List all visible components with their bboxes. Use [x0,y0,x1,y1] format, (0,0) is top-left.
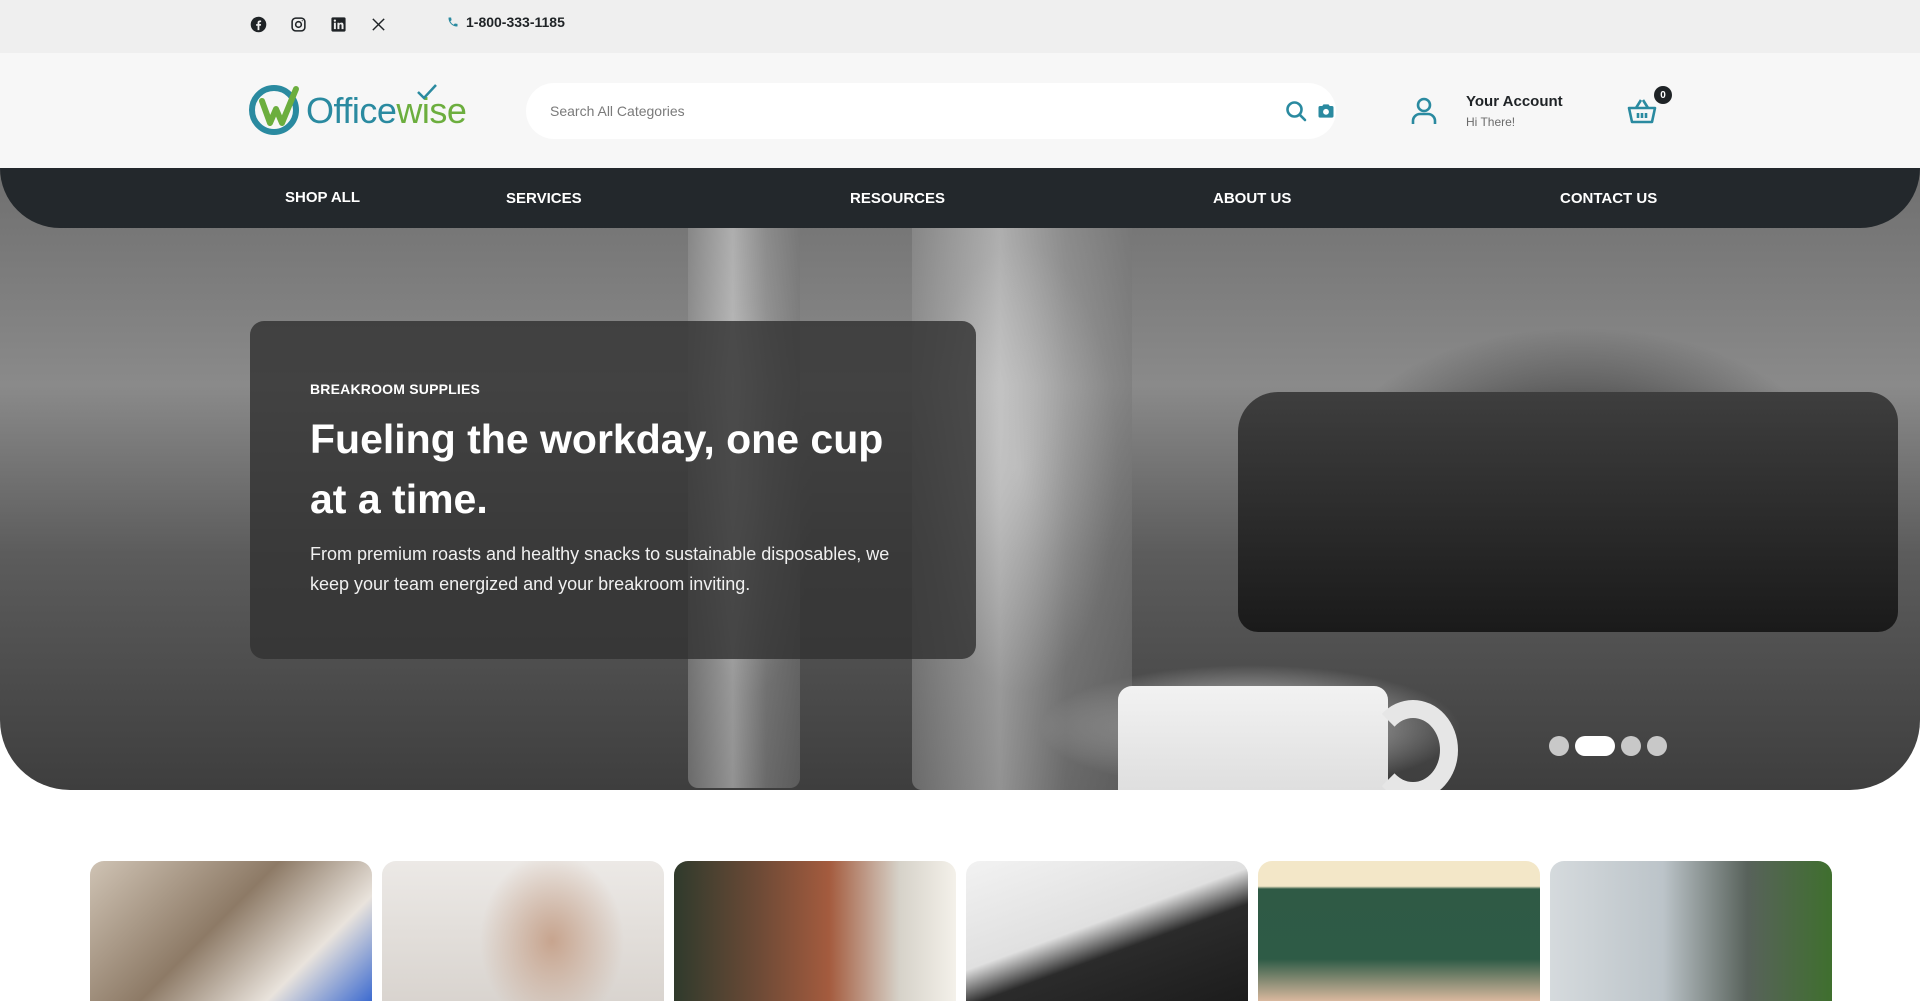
officewise-logo[interactable]: Officewise [248,83,467,135]
user-icon [1411,97,1437,124]
category-tile-people[interactable] [382,861,664,1001]
account-title: Your Account [1466,93,1563,110]
category-tile-workspace[interactable] [674,861,956,1001]
carousel-dot-3[interactable] [1621,736,1641,756]
nav-resources[interactable]: RESOURCES [850,190,945,207]
nav-about-us[interactable]: ABOUT US [1213,190,1291,207]
carousel-dot-1[interactable] [1549,736,1569,756]
account-link[interactable]: Your Account Hi There! [1408,93,1563,129]
category-tile-cleaning[interactable] [90,861,372,1001]
instagram-icon[interactable] [287,13,309,35]
search-bar [526,83,1336,139]
search-icon[interactable] [1284,99,1308,123]
hero-description: From premium roasts and healthy snacks t… [310,544,890,594]
hero-image-projector [1238,392,1898,632]
nav-services[interactable]: SERVICES [506,190,582,207]
top-bar: 1-800-333-1185 [0,0,1920,53]
logo-text: Officewise [306,90,467,132]
carousel-dot-4[interactable] [1647,736,1667,756]
carousel-dot-2[interactable] [1575,736,1615,756]
category-tile-laptop[interactable] [966,861,1248,1001]
hero-image-cup-handle [1368,700,1458,790]
camera-icon[interactable] [1316,101,1336,121]
linkedin-icon[interactable] [327,13,349,35]
category-tile-classroom[interactable] [1258,861,1540,1001]
logo-text-office: Office [306,90,397,131]
category-tile-office-chair[interactable] [1550,861,1832,1001]
facebook-icon[interactable] [247,13,269,35]
phone-number[interactable]: 1-800-333-1185 [447,14,565,30]
phone-text: 1-800-333-1185 [466,14,565,30]
hero-slide-card: BREAKROOM SUPPLIES Fueling the workday, … [250,321,976,659]
hero-image-cup [1118,686,1388,790]
site-header: Officewise Your Account Hi There! 0 [0,53,1920,168]
main-nav: SHOP ALL SERVICES RESOURCES ABOUT US CON… [0,168,1920,228]
basket-icon [1627,99,1657,124]
x-icon[interactable] [367,13,389,35]
account-greeting: Hi There! [1466,115,1516,129]
hero-eyebrow: BREAKROOM SUPPLIES [310,381,481,397]
logo-mark-icon [249,85,299,135]
nav-contact-us[interactable]: CONTACT US [1560,190,1657,207]
cart-button[interactable]: 0 [1626,86,1672,129]
logo-check-icon [417,84,437,100]
hero-banner: BREAKROOM SUPPLIES Fueling the workday, … [0,168,1920,790]
carousel-dots [1549,736,1667,756]
search-input[interactable] [550,83,1240,139]
nav-shop-all[interactable]: SHOP ALL [285,189,360,206]
hero-headline: Fueling the workday, one cup at a time. [310,416,884,522]
phone-icon [448,17,458,27]
cart-count-badge: 0 [1654,86,1672,104]
